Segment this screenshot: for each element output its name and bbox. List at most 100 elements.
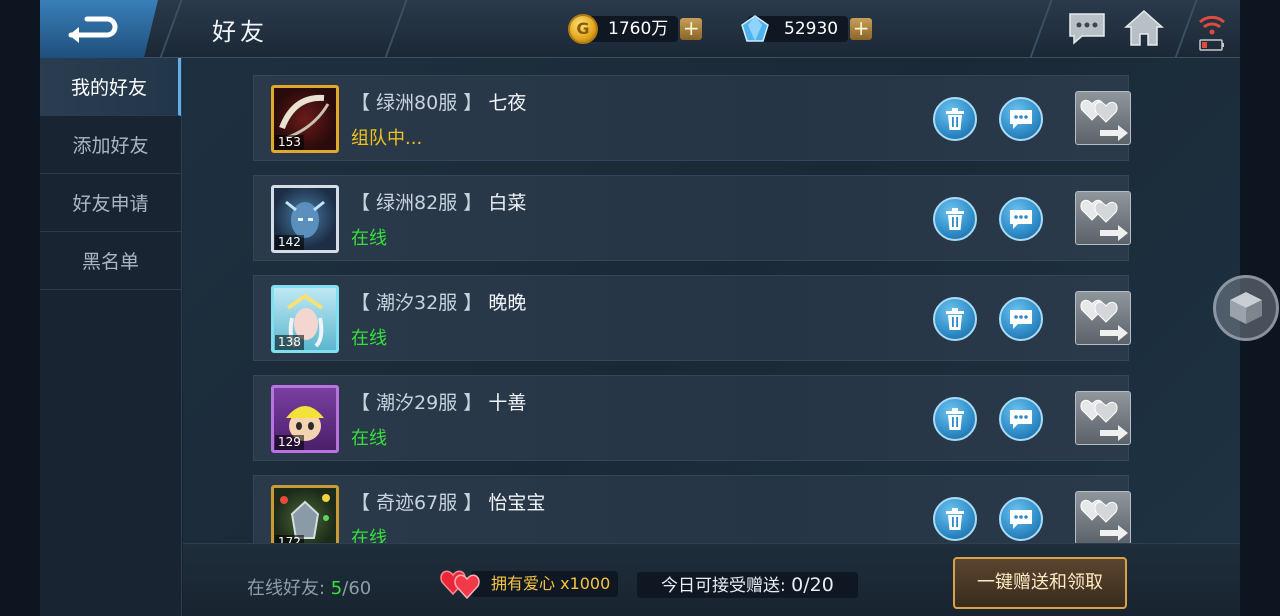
friend-name-line: 【 潮汐29服 】 十善 bbox=[351, 388, 526, 415]
list-item: 142 【 绿洲82服 】 白菜 在线 bbox=[253, 175, 1131, 261]
chat-icon[interactable] bbox=[1066, 8, 1110, 48]
top-bar: 好友 G 1760万 + 52930 + bbox=[40, 0, 1240, 58]
trash-icon bbox=[946, 308, 964, 330]
back-arrow-icon bbox=[68, 16, 118, 43]
bottom-bar: 在线好友: 5/60 拥有爱心 x1000 今日可接受赠送: 0/20 一键赠送… bbox=[183, 543, 1240, 616]
friend-name-line: 【 奇迹67服 】 怡宝宝 bbox=[351, 488, 545, 515]
delete-friend-button[interactable] bbox=[933, 197, 977, 241]
trash-icon bbox=[946, 508, 964, 530]
trash-icon bbox=[946, 108, 964, 130]
friend-name-line: 【 潮汐32服 】 晚晚 bbox=[351, 288, 526, 315]
daily-label: 今日可接受赠送: bbox=[661, 576, 792, 596]
message-friend-button[interactable] bbox=[999, 397, 1043, 441]
friend-name-line: 【 绿洲80服 】 七夜 bbox=[351, 88, 526, 115]
sidebar-item-my-friends[interactable]: 我的好友 bbox=[40, 58, 181, 116]
list-item: 138 【 潮汐32服 】 晚晚 在线 bbox=[253, 275, 1131, 361]
floating-menu-button[interactable] bbox=[1213, 275, 1279, 341]
back-button[interactable] bbox=[40, 0, 158, 58]
chat-bubble-icon bbox=[1010, 310, 1032, 329]
list-item: 153 【 绿洲80服 】 七夜 组队中... bbox=[253, 75, 1131, 161]
status-text: 在线 bbox=[351, 428, 387, 449]
status-text: 组队中... bbox=[351, 128, 423, 149]
sidebar: 我的好友 添加好友 好友申请 黑名单 bbox=[40, 58, 182, 616]
online-total: /60 bbox=[342, 578, 372, 599]
send-heart-button[interactable] bbox=[1075, 391, 1131, 445]
server-tag: 【 潮汐32服 】 bbox=[351, 292, 483, 314]
gold-coin-icon: G bbox=[568, 14, 598, 44]
server-tag: 【 绿洲82服 】 bbox=[351, 192, 483, 214]
signal-battery-icon bbox=[1190, 8, 1234, 51]
add-gold-button[interactable]: + bbox=[680, 18, 703, 40]
heart-send-icon bbox=[1080, 499, 1128, 541]
online-current: 5 bbox=[330, 578, 343, 599]
chat-bubble-icon bbox=[1010, 510, 1032, 529]
heart-send-icon bbox=[1080, 399, 1128, 441]
friend-name: 七夜 bbox=[488, 92, 527, 114]
cube-icon bbox=[1230, 292, 1262, 324]
daily-receive-limit: 今日可接受赠送: 0/20 bbox=[637, 572, 858, 598]
delete-friend-button[interactable] bbox=[933, 497, 977, 541]
avatar[interactable]: 142 bbox=[271, 185, 339, 253]
friend-list[interactable]: 153 【 绿洲80服 】 七夜 组队中... 142 【 绿洲82服 】 白菜… bbox=[183, 58, 1240, 543]
diamond-icon bbox=[741, 15, 769, 42]
server-tag: 【 潮汐29服 】 bbox=[351, 392, 483, 414]
delete-friend-button[interactable] bbox=[933, 397, 977, 441]
hearts-label: 拥有爱心 bbox=[491, 574, 561, 593]
hearts-quantity: x1000 bbox=[560, 574, 611, 593]
add-diamond-button[interactable]: + bbox=[850, 18, 873, 40]
server-tag: 【 绿洲80服 】 bbox=[351, 92, 483, 114]
friend-name: 十善 bbox=[488, 392, 527, 414]
heart-send-icon bbox=[1080, 299, 1128, 341]
heart-send-icon bbox=[1080, 99, 1128, 141]
avatar[interactable]: 138 bbox=[271, 285, 339, 353]
hearts-icon bbox=[440, 570, 480, 600]
online-friends-label: 在线好友: bbox=[247, 578, 331, 599]
hearts-owned: 拥有爱心 x1000 bbox=[439, 566, 619, 602]
list-item: 172 【 奇迹67服 】 怡宝宝 在线 bbox=[253, 475, 1131, 543]
trash-icon bbox=[946, 408, 964, 430]
send-heart-button[interactable] bbox=[1075, 491, 1131, 543]
divider bbox=[159, 0, 183, 58]
delete-friend-button[interactable] bbox=[933, 97, 977, 141]
server-tag: 【 奇迹67服 】 bbox=[351, 492, 483, 514]
send-heart-button[interactable] bbox=[1075, 91, 1131, 145]
level-badge: 142 bbox=[275, 235, 304, 250]
message-friend-button[interactable] bbox=[999, 497, 1043, 541]
message-friend-button[interactable] bbox=[999, 197, 1043, 241]
delete-friend-button[interactable] bbox=[933, 297, 977, 341]
message-friend-button[interactable] bbox=[999, 97, 1043, 141]
send-heart-button[interactable] bbox=[1075, 291, 1131, 345]
avatar[interactable]: 129 bbox=[271, 385, 339, 453]
page-title: 好友 bbox=[212, 18, 268, 46]
send-heart-button[interactable] bbox=[1075, 191, 1131, 245]
list-item: 129 【 潮汐29服 】 十善 在线 bbox=[253, 375, 1131, 461]
chat-bubble-icon bbox=[1010, 410, 1032, 429]
hearts-label-box: 拥有爱心 x1000 bbox=[471, 571, 619, 597]
avatar[interactable]: 172 bbox=[271, 485, 339, 543]
level-badge: 138 bbox=[275, 335, 304, 350]
level-badge: 172 bbox=[275, 535, 304, 543]
sidebar-item-friend-requests[interactable]: 好友申请 bbox=[40, 174, 181, 232]
chat-bubble-icon bbox=[1010, 210, 1032, 229]
home-icon[interactable] bbox=[1122, 8, 1166, 48]
trash-icon bbox=[946, 208, 964, 230]
send-and-claim-all-button[interactable]: 一键赠送和领取 bbox=[953, 557, 1127, 609]
online-friends-count: 在线好友: 5/60 bbox=[247, 574, 371, 600]
level-badge: 153 bbox=[275, 135, 304, 150]
divider bbox=[384, 0, 408, 58]
friend-name: 白菜 bbox=[488, 192, 527, 214]
diamond-currency: 52930 + bbox=[740, 14, 873, 44]
avatar[interactable]: 153 bbox=[271, 85, 339, 153]
status-text: 在线 bbox=[351, 528, 387, 543]
divider bbox=[1029, 0, 1053, 58]
sidebar-item-add-friend[interactable]: 添加好友 bbox=[40, 116, 181, 174]
friend-name: 晚晚 bbox=[488, 292, 527, 314]
sidebar-item-blacklist[interactable]: 黑名单 bbox=[40, 232, 181, 290]
chat-bubble-icon bbox=[1010, 110, 1032, 129]
daily-count: 0/20 bbox=[791, 574, 834, 596]
friend-name-line: 【 绿洲82服 】 白菜 bbox=[351, 188, 526, 215]
friend-name: 怡宝宝 bbox=[488, 492, 546, 514]
status-text: 在线 bbox=[351, 228, 387, 249]
heart-send-icon bbox=[1080, 199, 1128, 241]
message-friend-button[interactable] bbox=[999, 297, 1043, 341]
